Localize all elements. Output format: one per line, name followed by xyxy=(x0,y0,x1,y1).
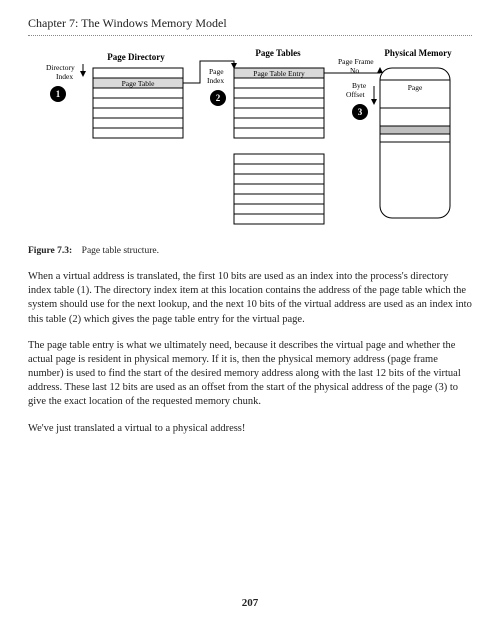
physical-memory-box: Page xyxy=(380,68,450,218)
header-rule xyxy=(28,35,472,36)
body-paragraph-2: The page table entry is what we ultimate… xyxy=(28,339,472,410)
cell-page-table: Page Table xyxy=(122,79,156,88)
label-page-tables: Page Tables xyxy=(255,48,301,58)
label-page-frame-no-line1: Page Frame xyxy=(338,57,374,66)
body-paragraph-3: We've just translated a virtual to a phy… xyxy=(28,422,472,436)
cell-page: Page xyxy=(408,83,423,92)
body-paragraph-1: When a virtual address is translated, th… xyxy=(28,270,472,327)
figure-caption-text: Page table structure. xyxy=(82,246,159,256)
figure-caption-label: Figure 7.3: xyxy=(28,246,72,256)
page-directory-table: Page Table xyxy=(93,68,183,138)
label-byte-offset-line1: Byte xyxy=(352,81,367,90)
marker-3: 3 xyxy=(358,107,363,117)
cell-page-table-entry: Page Table Entry xyxy=(253,69,305,78)
figure-7-3: Page Directory Page Tables Physical Memo… xyxy=(28,46,472,236)
label-page-directory: Page Directory xyxy=(107,52,165,62)
marker-1: 1 xyxy=(56,89,61,99)
chapter-title: Chapter 7: The Windows Memory Model xyxy=(28,16,472,31)
label-directory-index-line2: Index xyxy=(56,72,73,81)
page-table-2 xyxy=(234,154,324,224)
label-page-frame-no-line2: No xyxy=(350,66,359,75)
label-directory-index-line1: Directory xyxy=(46,63,75,72)
label-page-index-line2: Index xyxy=(207,76,224,85)
page-table-structure-diagram: Page Directory Page Tables Physical Memo… xyxy=(28,46,472,236)
label-byte-offset-line2: Offset xyxy=(346,90,366,99)
page-table-1: Page Table Entry xyxy=(234,68,324,138)
figure-caption: Figure 7.3: Page table structure. xyxy=(28,246,472,256)
label-page-index-line1: Page xyxy=(209,67,224,76)
label-physical-memory: Physical Memory xyxy=(384,48,452,58)
marker-2: 2 xyxy=(216,93,221,103)
page: Chapter 7: The Windows Memory Model Page… xyxy=(0,0,500,617)
page-number: 207 xyxy=(0,597,500,609)
